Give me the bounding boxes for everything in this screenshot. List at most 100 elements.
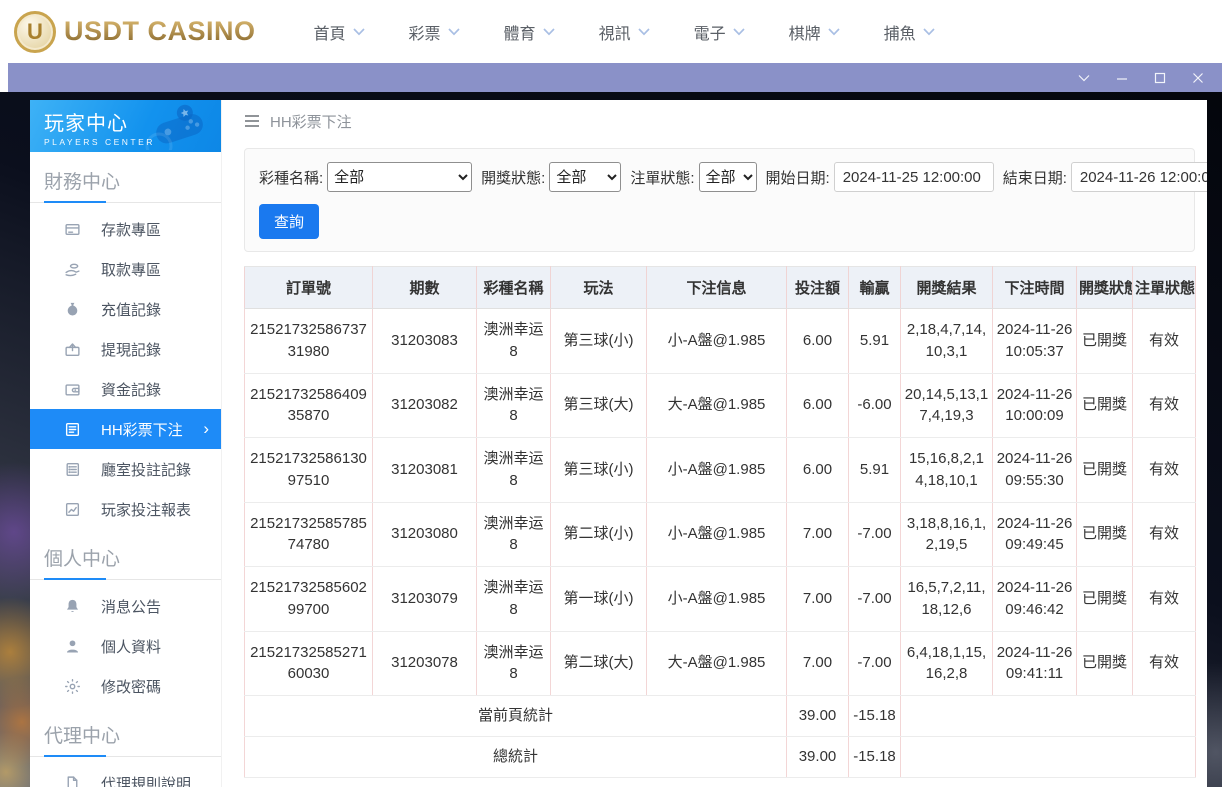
hall-bet-icon xyxy=(64,461,81,478)
site-logo[interactable]: U USDT CASINO xyxy=(14,11,256,53)
table-cell: 小-A盤@1.985 xyxy=(647,567,787,632)
table-cell: 有效 xyxy=(1133,567,1196,632)
table-cell: 2024-11-26 09:41:11 xyxy=(993,631,1077,696)
nav-item-5[interactable]: 棋牌 xyxy=(789,20,840,44)
sidebar-item[interactable]: 廳室投註記錄 xyxy=(30,449,221,489)
table-cell: 31203079 xyxy=(373,567,477,632)
summary-empty-cell xyxy=(901,696,1196,737)
table-cell: 第三球(大) xyxy=(551,373,647,438)
chevron-down-icon xyxy=(733,28,745,36)
nav-item-2[interactable]: 體育 xyxy=(504,20,555,44)
sidebar-item-label: 提現記錄 xyxy=(101,339,161,360)
sidebar-item-label: 玩家投注報表 xyxy=(101,499,191,520)
table-cell: 澳洲幸运8 xyxy=(477,567,551,632)
query-button[interactable]: 查詢 xyxy=(259,204,319,239)
sidebar-item[interactable]: 消息公告 xyxy=(30,586,221,626)
page-title: HH彩票下注 xyxy=(270,111,352,132)
chevron-down-icon xyxy=(353,28,365,36)
window-titlebar xyxy=(8,63,1222,92)
order-status-select[interactable]: 全部 xyxy=(699,162,757,192)
sidebar-item-label: 個人資料 xyxy=(101,636,161,657)
section-divider xyxy=(30,756,221,757)
end-date-input[interactable] xyxy=(1071,162,1207,192)
sidebar-item[interactable]: 代理規則說明 xyxy=(30,763,221,787)
sidebar-item[interactable]: 取款專區 xyxy=(30,249,221,289)
usdt-coin-icon: U xyxy=(14,11,56,53)
hamburger-icon[interactable] xyxy=(244,114,260,128)
table-cell: 7.00 xyxy=(787,631,849,696)
breadcrumb: HH彩票下注 xyxy=(244,100,1195,142)
table-cell: 第二球(大) xyxy=(551,631,647,696)
table-cell: 已開獎 xyxy=(1077,502,1133,567)
funds-record-icon xyxy=(64,381,81,398)
nav-item-label: 棋牌 xyxy=(789,20,821,44)
table-row: 215217325857857478031203080澳洲幸运8第二球(小)小-… xyxy=(245,502,1196,567)
window-close-icon[interactable] xyxy=(1190,70,1206,86)
sidebar-item[interactable]: 存款專區 xyxy=(30,209,221,249)
table-cell: 2,18,4,7,14,10,3,1 xyxy=(901,309,993,374)
sidebar-item[interactable]: 資金記錄 xyxy=(30,369,221,409)
report-icon xyxy=(64,501,81,518)
top-nav-bar: U USDT CASINO 首頁 彩票 體育 視訊 電子 棋牌 捕魚 xyxy=(0,0,1222,63)
chevron-down-icon xyxy=(828,28,840,36)
window-chevron-down-icon[interactable] xyxy=(1076,70,1092,86)
table-cell: 已開獎 xyxy=(1077,438,1133,503)
notice-icon xyxy=(64,598,81,615)
nav-item-4[interactable]: 電子 xyxy=(694,20,745,44)
sidebar-section-title: 個人中心 xyxy=(30,529,221,579)
table-cell: -7.00 xyxy=(849,502,901,567)
draw-status-select[interactable]: 全部 xyxy=(549,162,621,192)
table-cell: 第三球(小) xyxy=(551,309,647,374)
table-cell: 有效 xyxy=(1133,631,1196,696)
start-date-label: 開始日期: xyxy=(766,167,830,188)
sidebar-item[interactable]: 提現記錄 xyxy=(30,329,221,369)
main-nav: 首頁 彩票 體育 視訊 電子 棋牌 捕魚 xyxy=(314,20,935,44)
table-cell: 已開獎 xyxy=(1077,373,1133,438)
bets-table-head: 訂單號期數彩種名稱玩法下注信息投注額輸贏開獎結果下注時間開獎狀態注單狀態 xyxy=(245,267,1196,309)
sidebar-item[interactable]: 修改密碼 xyxy=(30,666,221,706)
players-center-panel: 玩家中心 PLAYERS CENTER 財務中心存款專區取款專區充值記錄提 xyxy=(30,100,1207,787)
sidebar-section-0: 財務中心存款專區取款專區充值記錄提現記錄資金記錄HH彩票下注›廳室投註記錄玩家投… xyxy=(30,152,221,529)
table-row: 215217325861309751031203081澳洲幸运8第三球(小)小-… xyxy=(245,438,1196,503)
window-minimize-icon[interactable] xyxy=(1114,70,1130,86)
nav-item-6[interactable]: 捕魚 xyxy=(884,20,935,44)
sidebar-section-2: 代理中心代理規則說明 xyxy=(30,706,221,787)
table-cell: 澳洲幸运8 xyxy=(477,438,551,503)
sidebar-item-label: 取款專區 xyxy=(101,259,161,280)
nav-item-label: 彩票 xyxy=(409,20,441,44)
sidebar-item[interactable]: 充值記錄 xyxy=(30,289,221,329)
window-maximize-icon[interactable] xyxy=(1152,70,1168,86)
column-header: 玩法 xyxy=(551,267,647,309)
sidebar-item[interactable]: HH彩票下注› xyxy=(30,409,221,449)
chevron-right-icon: › xyxy=(203,419,209,439)
sidebar-item-label: 消息公告 xyxy=(101,596,161,617)
nav-item-label: 首頁 xyxy=(314,20,346,44)
table-cell: 31203081 xyxy=(373,438,477,503)
nav-item-3[interactable]: 視訊 xyxy=(599,20,650,44)
table-cell: 2024-11-26 10:00:09 xyxy=(993,373,1077,438)
table-cell: 3,18,8,16,1,2,19,5 xyxy=(901,502,993,567)
table-cell: 第三球(小) xyxy=(551,438,647,503)
summary-bet-total: 39.00 xyxy=(787,736,849,777)
table-cell: 有效 xyxy=(1133,438,1196,503)
table-cell: 2152173258613097510 xyxy=(245,438,373,503)
lottery-type-select[interactable]: 全部 xyxy=(327,162,472,192)
table-cell: 大-A盤@1.985 xyxy=(647,631,787,696)
table-cell: 2152173258640935870 xyxy=(245,373,373,438)
filter-panel: 彩種名稱: 全部 開獎狀態: 全部 注單狀態: 全 xyxy=(244,148,1195,252)
table-cell: 已開獎 xyxy=(1077,631,1133,696)
table-cell: 已開獎 xyxy=(1077,309,1133,374)
lottery-type-label: 彩種名稱: xyxy=(259,167,323,188)
start-date-input[interactable] xyxy=(834,162,994,192)
table-cell: 澳洲幸运8 xyxy=(477,373,551,438)
bets-table-body: 215217325867373198031203083澳洲幸运8第三球(小)小-… xyxy=(245,309,1196,778)
sidebar-item[interactable]: 個人資料 xyxy=(30,626,221,666)
nav-item-0[interactable]: 首頁 xyxy=(314,20,365,44)
table-cell: -7.00 xyxy=(849,567,901,632)
site-logo-text: USDT CASINO xyxy=(64,16,256,47)
table-cell: 2024-11-26 09:55:30 xyxy=(993,438,1077,503)
lottery-bet-icon xyxy=(64,421,81,438)
sidebar-item[interactable]: 玩家投注報表 xyxy=(30,489,221,529)
nav-item-1[interactable]: 彩票 xyxy=(409,20,460,44)
summary-bet-total: 39.00 xyxy=(787,696,849,737)
